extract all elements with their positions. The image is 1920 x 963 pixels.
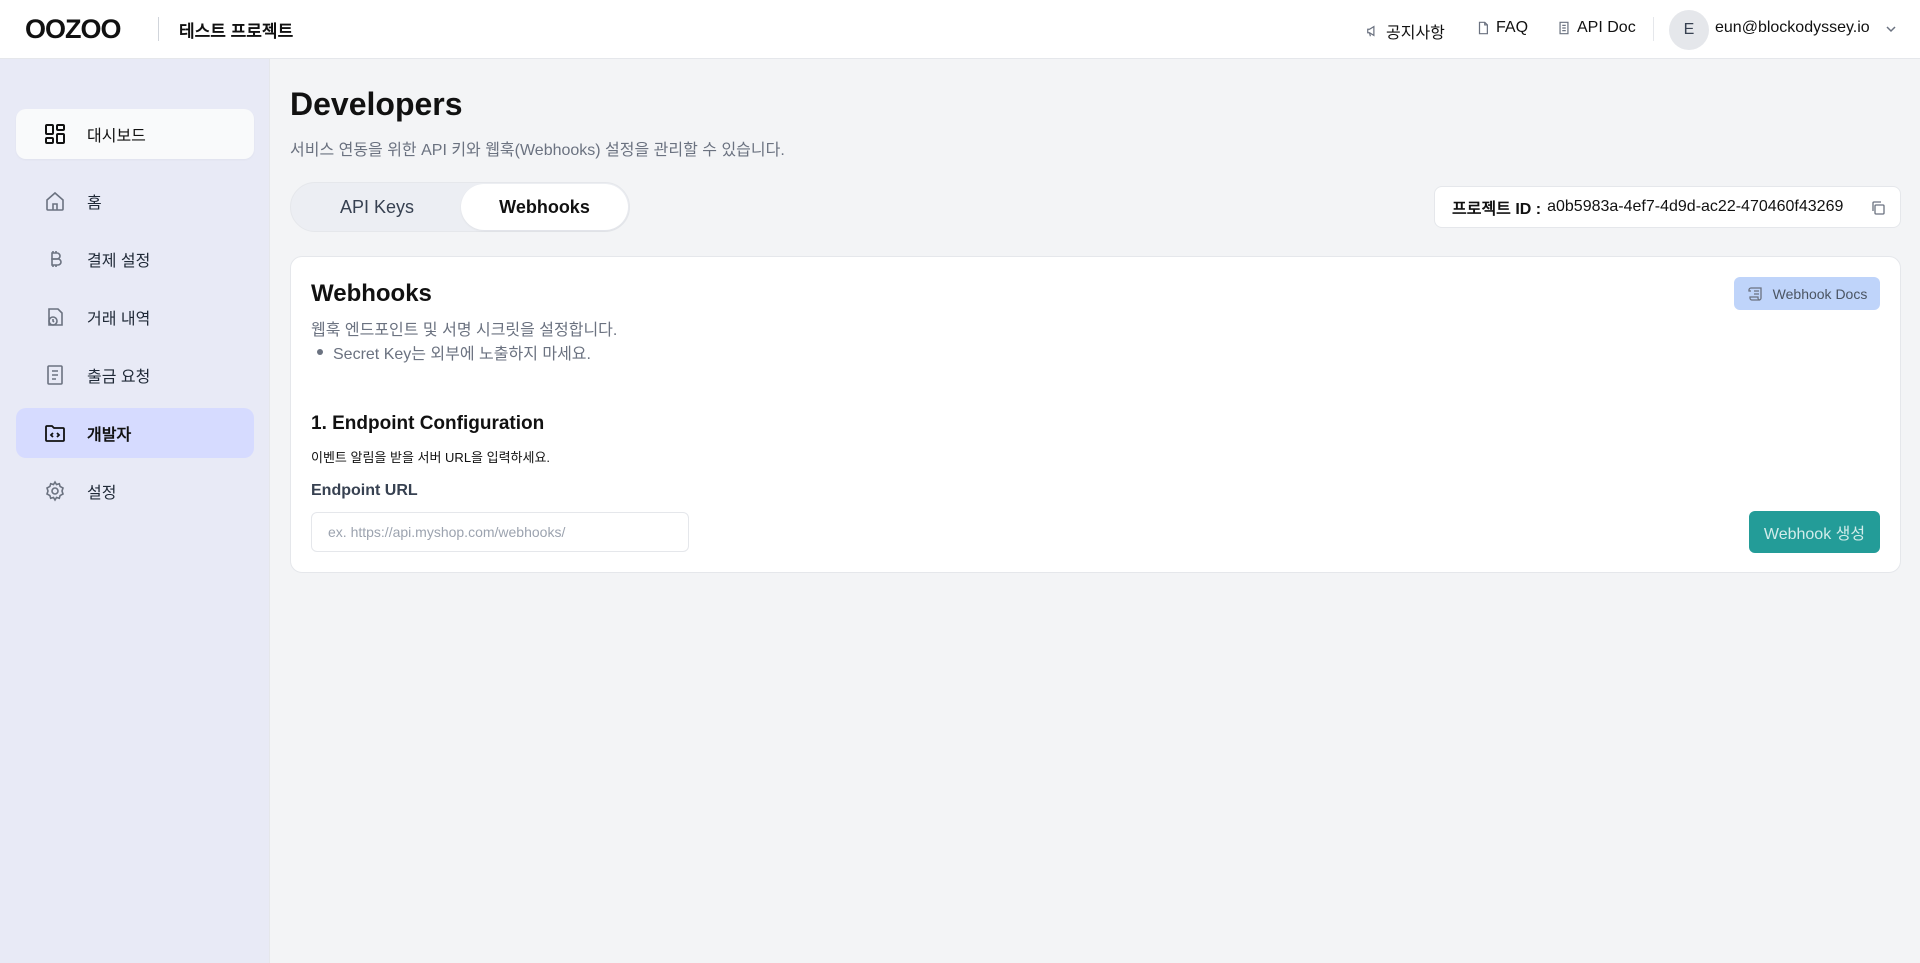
transaction-history-icon xyxy=(44,306,66,328)
home-icon xyxy=(44,190,66,212)
code-folder-icon xyxy=(44,422,66,444)
file-text-icon xyxy=(1559,21,1569,35)
tab-api-keys[interactable]: API Keys xyxy=(293,184,461,230)
sidebar: 대시보드 홈 결제 설정 거래 내역 출금 요청 개발자 설정 xyxy=(0,59,270,963)
bitcoin-icon xyxy=(44,248,66,270)
faq-link[interactable]: FAQ xyxy=(1476,19,1528,37)
endpoint-url-label: Endpoint URL xyxy=(311,482,418,499)
dashboard-grid-icon xyxy=(44,123,66,145)
sidebar-item-label: 거래 내역 xyxy=(87,311,151,328)
sidebar-item-home[interactable]: 홈 xyxy=(16,176,254,226)
warning-text: Secret Key는 외부에 노출하지 마세요. xyxy=(333,346,591,363)
sidebar-item-settings[interactable]: 설정 xyxy=(16,466,254,516)
section-subtitle: 이벤트 알림을 받을 서버 URL을 입력하세요. xyxy=(311,450,551,465)
avatar[interactable]: E xyxy=(1669,10,1709,50)
sidebar-item-label: 홈 xyxy=(87,195,102,212)
sidebar-item-dashboard[interactable]: 대시보드 xyxy=(16,109,254,159)
megaphone-icon xyxy=(1367,25,1375,37)
page-subtitle: 서비스 연동을 위한 API 키와 웹훅(Webhooks) 설정을 관리할 수… xyxy=(290,142,785,159)
api-doc-link[interactable]: API Doc xyxy=(1557,19,1636,37)
sidebar-item-label: 결제 설정 xyxy=(87,253,151,270)
webhook-docs-button[interactable]: Webhook Docs xyxy=(1734,277,1880,310)
chevron-down-icon[interactable] xyxy=(1884,22,1898,36)
scroll-doc-icon xyxy=(1748,286,1762,301)
endpoint-url-input[interactable] xyxy=(311,512,689,552)
sidebar-item-transactions[interactable]: 거래 내역 xyxy=(16,292,254,342)
notice-link-label: 공지사항 xyxy=(1386,25,1445,42)
sidebar-item-label: 개발자 xyxy=(87,427,132,444)
project-name[interactable]: 테스트 프로젝트 xyxy=(179,17,293,42)
top-header: OOZOO 테스트 프로젝트 공지사항 FAQ API Doc E eun@bl… xyxy=(0,0,1920,59)
bullet-dot xyxy=(317,349,323,355)
card-description: 웹훅 엔드포인트 및 서명 시크릿을 설정합니다. xyxy=(311,322,618,339)
faq-link-label: FAQ xyxy=(1496,19,1529,36)
project-id-label: 프로젝트 ID : xyxy=(1452,201,1542,218)
page-title: Developers xyxy=(290,86,463,122)
api-doc-link-label: API Doc xyxy=(1577,19,1636,36)
gear-icon xyxy=(44,480,66,502)
project-id-value: a0b5983a-4ef7-4d9d-ac22-470460f43269 xyxy=(1547,198,1844,215)
copy-icon[interactable] xyxy=(1870,200,1886,216)
sidebar-item-label: 대시보드 xyxy=(87,128,146,145)
card-title: Webhooks xyxy=(311,280,432,307)
create-webhook-button[interactable]: Webhook 생성 xyxy=(1749,511,1880,553)
developer-tabs: API Keys Webhooks xyxy=(290,182,630,232)
document-icon xyxy=(1478,21,1488,35)
header-divider xyxy=(158,17,159,41)
header-divider xyxy=(1653,17,1654,41)
oozoo-logo[interactable]: OOZOO xyxy=(25,13,121,44)
receipt-icon xyxy=(44,364,66,386)
logo-text: OOZOO xyxy=(25,13,121,44)
project-id-box: 프로젝트 ID : a0b5983a-4ef7-4d9d-ac22-470460… xyxy=(1434,186,1901,228)
tab-webhooks[interactable]: Webhooks xyxy=(461,184,628,230)
notice-link[interactable]: 공지사항 xyxy=(1366,19,1445,43)
sidebar-item-payment-settings[interactable]: 결제 설정 xyxy=(16,234,254,284)
webhook-docs-label: Webhook Docs xyxy=(1772,285,1868,302)
section-title: 1. Endpoint Configuration xyxy=(311,413,545,434)
user-email[interactable]: eun@blockodyssey.io xyxy=(1715,19,1870,37)
sidebar-item-withdrawal[interactable]: 출금 요청 xyxy=(16,350,254,400)
sidebar-item-label: 출금 요청 xyxy=(87,369,151,386)
sidebar-item-developers[interactable]: 개발자 xyxy=(16,408,254,458)
warning-bullet: Secret Key는 외부에 노출하지 마세요. xyxy=(315,340,591,364)
sidebar-item-label: 설정 xyxy=(87,485,117,502)
webhooks-card: Webhooks 웹훅 엔드포인트 및 서명 시크릿을 설정합니다. Secre… xyxy=(290,256,1901,573)
